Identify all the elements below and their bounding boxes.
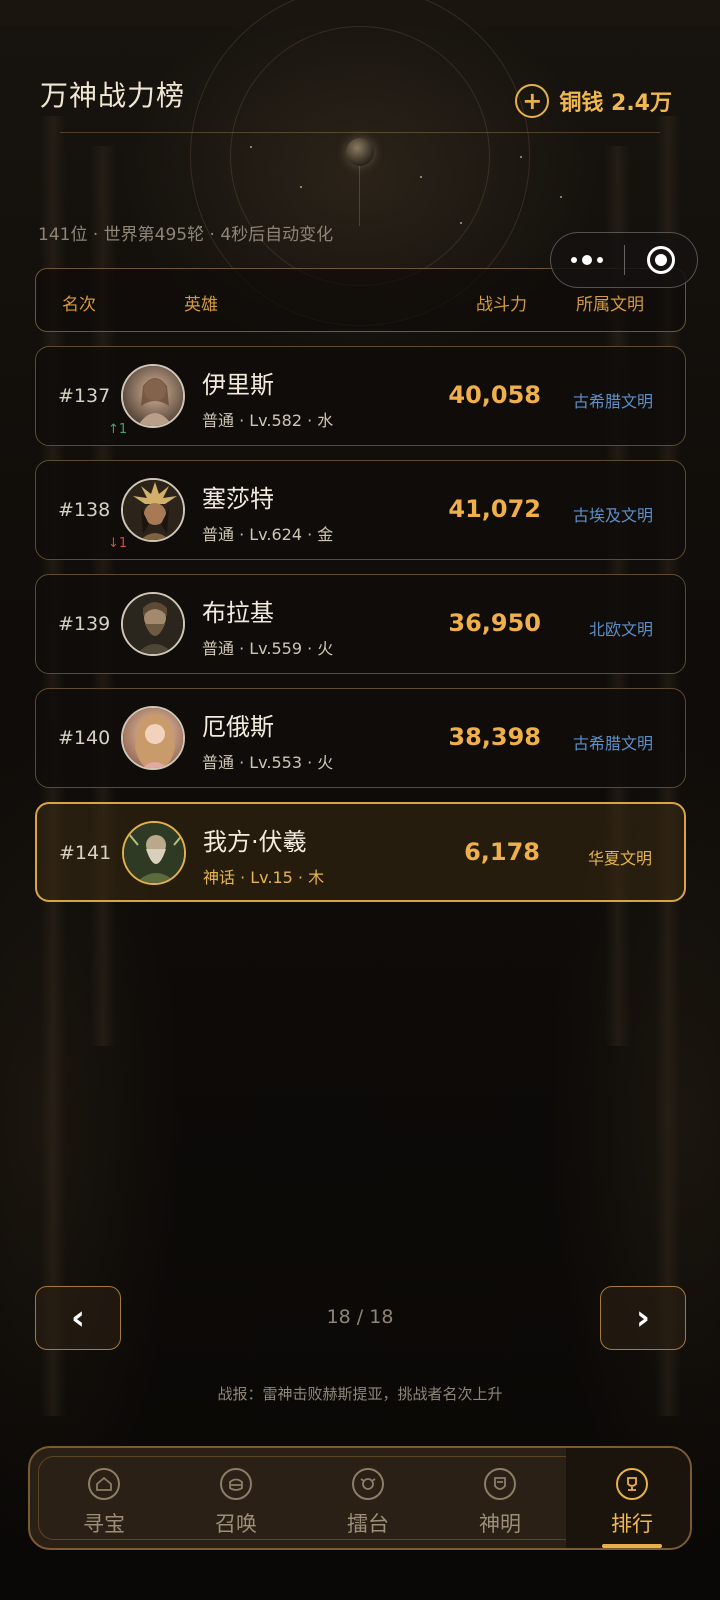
ranking-row[interactable]: #139 布拉基 普通 · Lv.559 · 火 36,950 北欧文明: [35, 574, 686, 674]
row-rank: #138: [58, 499, 111, 521]
tab-label: 神明: [479, 1512, 521, 1536]
hero-civilization: 古希腊文明: [572, 734, 653, 753]
ranking-row[interactable]: #138 ↓1 塞莎特 普通 · Lv.624 · 金 41,072 古埃及文明: [35, 460, 686, 560]
hero-avatar: [121, 706, 185, 770]
tab-label: 排行: [611, 1512, 653, 1536]
arena-icon: [352, 1468, 384, 1500]
row-rank: #140: [58, 727, 111, 749]
more-icon[interactable]: [551, 232, 624, 288]
add-coins-icon[interactable]: +: [515, 84, 550, 118]
column-header-power: 战斗力: [476, 295, 527, 315]
hero-name: 塞莎特: [202, 485, 274, 513]
coin-balance-label: 铜钱 2.4万: [559, 91, 672, 116]
hero-name: 伊里斯: [202, 371, 274, 399]
hero-meta: 普通 · Lv.582 · 水: [202, 411, 334, 430]
ranking-row[interactable]: #140 厄俄斯 普通 · Lv.553 · 火 38,398 古希腊文明: [35, 688, 686, 788]
hero-name: 厄俄斯: [202, 713, 274, 741]
rank-change-indicator: ↓1: [108, 536, 128, 551]
row-rank: #137: [58, 385, 111, 407]
next-page-button[interactable]: ›: [600, 1286, 686, 1350]
hero-meta: 普通 · Lv.559 · 火: [202, 639, 334, 658]
hero-power: 40,058: [448, 381, 541, 409]
decor-orb-line: [359, 166, 360, 226]
tab-ranking[interactable]: 排行: [566, 1448, 690, 1548]
house-icon: [88, 1468, 120, 1500]
hero-civilization: 古埃及文明: [572, 506, 653, 525]
hero-meta: 神话 · Lv.15 · 木: [203, 868, 325, 887]
hero-avatar: [121, 364, 185, 428]
deity-icon: [484, 1468, 516, 1500]
decor-line: [60, 132, 660, 133]
hero-power: 36,950: [448, 609, 541, 637]
row-rank: #139: [58, 613, 111, 635]
hero-meta: 普通 · Lv.553 · 火: [202, 753, 334, 772]
ranking-icon: [616, 1468, 648, 1500]
summon-icon: [220, 1468, 252, 1500]
tab-label: 寻宝: [83, 1512, 125, 1536]
tab-label: 召唤: [215, 1512, 257, 1536]
page-title: 万神战力榜: [40, 79, 186, 112]
column-header-hero: 英雄: [184, 295, 218, 315]
rank-change-indicator: ↑1: [108, 422, 128, 437]
tab-summon[interactable]: 召唤: [170, 1448, 302, 1548]
column-header-civilization: 所属文明: [576, 295, 644, 315]
hero-power: 38,398: [448, 723, 541, 751]
close-target-icon[interactable]: [625, 232, 698, 288]
hero-avatar: [121, 592, 185, 656]
mini-program-capsule: [550, 232, 698, 288]
battle-report: 战报：雷神击败赫斯提亚，挑战者名次上升: [217, 1385, 503, 1403]
hero-civilization: 北欧文明: [588, 620, 653, 639]
tab-label: 擂台: [347, 1512, 389, 1536]
row-rank: #141: [59, 842, 112, 864]
round-info: 141位 · 世界第495轮 · 4秒后自动变化: [38, 225, 334, 245]
hero-avatar: [122, 821, 186, 885]
hero-power: 41,072: [448, 495, 541, 523]
tab-treasure[interactable]: 寻宝: [38, 1448, 170, 1548]
ranking-row[interactable]: #137 ↑1 伊里斯 普通 · Lv.582 · 水 40,058 古希腊文明: [35, 346, 686, 446]
hero-civilization: 华夏文明: [587, 849, 652, 868]
decor-orb: [346, 138, 374, 166]
ranking-row-mine[interactable]: #141 我方·伏羲 神话 · Lv.15 · 木 6,178 华夏文明: [35, 802, 686, 902]
tab-arena[interactable]: 擂台: [302, 1448, 434, 1548]
active-tab-indicator: [602, 1544, 662, 1548]
hero-avatar: [121, 478, 185, 542]
hero-name: 布拉基: [202, 599, 274, 627]
hero-name: 我方·伏羲: [203, 828, 307, 856]
bottom-tab-bar: 寻宝 召唤 擂台 神明 排行: [28, 1446, 692, 1550]
hero-civilization: 古希腊文明: [572, 392, 653, 411]
tab-deities[interactable]: 神明: [434, 1448, 566, 1548]
coin-balance[interactable]: + 铜钱 2.4万: [515, 84, 672, 118]
column-header-rank: 名次: [62, 295, 96, 315]
hero-power: 6,178: [464, 838, 540, 866]
hero-meta: 普通 · Lv.624 · 金: [202, 525, 334, 544]
